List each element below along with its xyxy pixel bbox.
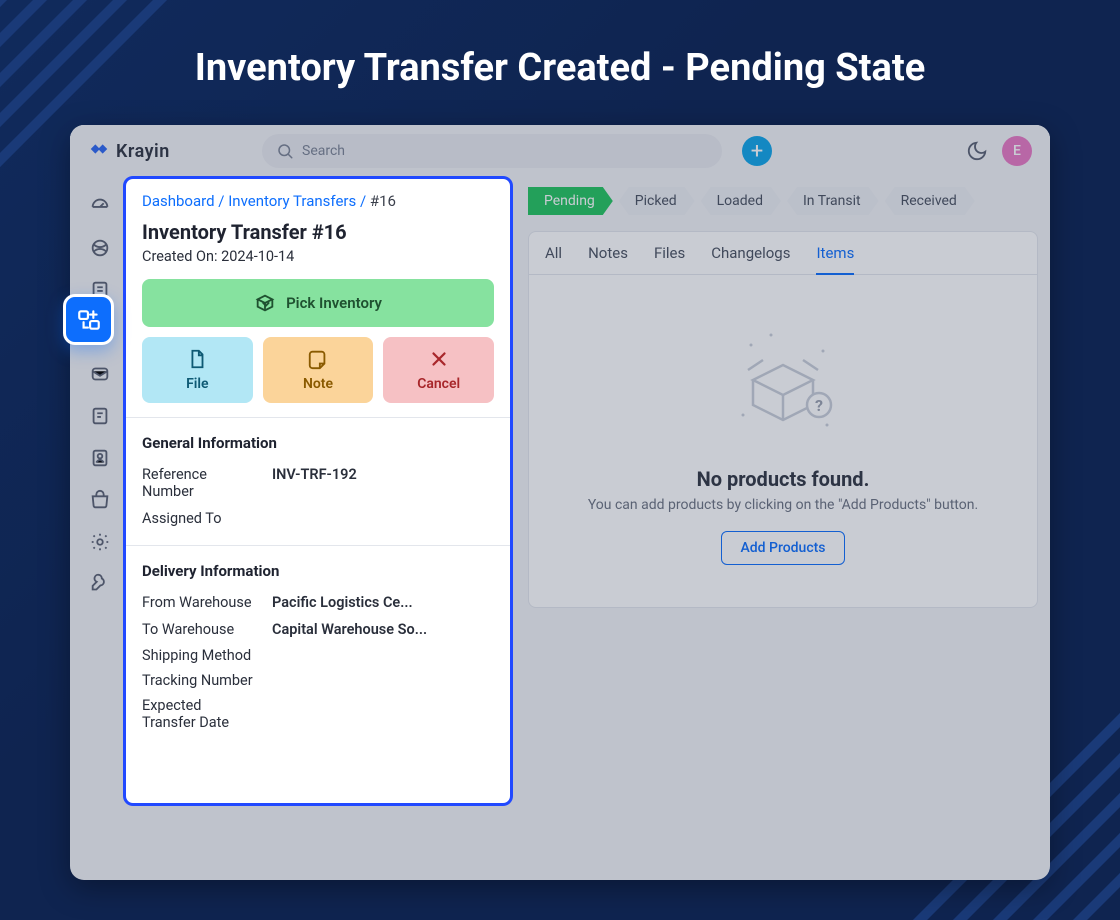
sidebar-item-dashboard[interactable] bbox=[81, 191, 119, 221]
sidebar-item-leads[interactable] bbox=[81, 233, 119, 263]
items-card: All Notes Files Changelogs Items ? bbox=[528, 231, 1038, 608]
file-icon bbox=[186, 348, 208, 370]
tabs-row: All Notes Files Changelogs Items bbox=[529, 232, 1037, 275]
dark-mode-icon[interactable] bbox=[966, 140, 988, 162]
status-pill-pending[interactable]: Pending bbox=[528, 187, 613, 215]
brand-name: Krayin bbox=[116, 141, 170, 162]
breadcrumb-inventory-transfers[interactable]: Inventory Transfers bbox=[228, 192, 356, 210]
from-warehouse-value: Pacific Logistics Ce... bbox=[272, 594, 413, 611]
tab-notes[interactable]: Notes bbox=[588, 244, 628, 274]
status-pill-picked[interactable]: Picked bbox=[619, 187, 695, 215]
breadcrumb-dashboard[interactable]: Dashboard bbox=[142, 192, 215, 210]
general-information-heading: General Information bbox=[126, 418, 510, 462]
top-bar: Krayin Search + E bbox=[70, 125, 1050, 177]
add-products-button[interactable]: Add Products bbox=[721, 531, 844, 565]
empty-title: No products found. bbox=[549, 467, 1017, 491]
cancel-button[interactable]: Cancel bbox=[383, 337, 494, 403]
card-subtitle: Created On: 2024-10-14 bbox=[126, 246, 510, 279]
quick-add-button[interactable]: + bbox=[742, 136, 772, 166]
note-icon bbox=[307, 348, 329, 370]
sidebar-item-settings[interactable] bbox=[81, 527, 119, 557]
card-title: Inventory Transfer #16 bbox=[126, 210, 510, 246]
tab-files[interactable]: Files bbox=[654, 244, 685, 274]
empty-box-icon: ? bbox=[723, 325, 843, 445]
sidebar-item-contacts[interactable] bbox=[81, 443, 119, 473]
empty-subtitle: You can add products by clicking on the … bbox=[549, 497, 1017, 513]
assigned-to-label: Assigned To bbox=[142, 510, 272, 527]
status-strip: PendingPickedLoadedIn TransitReceived bbox=[528, 187, 1038, 215]
status-pill-in-transit[interactable]: In Transit bbox=[787, 187, 879, 215]
breadcrumb-current: #16 bbox=[370, 192, 396, 210]
svg-text:?: ? bbox=[815, 396, 823, 415]
logo-icon bbox=[88, 138, 110, 165]
breadcrumb: Dashboard / Inventory Transfers / #16 bbox=[126, 179, 510, 210]
to-warehouse-label: To Warehouse bbox=[142, 621, 272, 638]
transfer-summary-card: Dashboard / Inventory Transfers / #16 In… bbox=[123, 176, 513, 806]
delivery-information-heading: Delivery Information bbox=[126, 546, 510, 590]
status-pill-received[interactable]: Received bbox=[885, 187, 975, 215]
shipping-method-label: Shipping Method bbox=[126, 644, 510, 669]
empty-state: ? No products found. You can add product… bbox=[529, 275, 1037, 607]
sidebar-item-mail[interactable] bbox=[81, 359, 119, 389]
box-arrow-icon bbox=[254, 292, 276, 314]
tab-all[interactable]: All bbox=[545, 244, 562, 274]
sidebar bbox=[70, 177, 130, 880]
sidebar-item-activities[interactable] bbox=[81, 401, 119, 431]
search-icon bbox=[276, 142, 294, 160]
tab-items[interactable]: Items bbox=[816, 244, 854, 274]
note-button[interactable]: Note bbox=[263, 337, 374, 403]
brand-logo[interactable]: Krayin bbox=[88, 138, 248, 165]
sidebar-item-inventory-active[interactable] bbox=[63, 294, 114, 345]
reference-number-value: INV-TRF-192 bbox=[272, 466, 357, 500]
reference-number-label: ReferenceNumber bbox=[142, 466, 272, 500]
search-input[interactable]: Search bbox=[262, 134, 722, 168]
tracking-number-label: Tracking Number bbox=[126, 669, 510, 694]
search-placeholder: Search bbox=[302, 143, 345, 159]
sidebar-item-products[interactable] bbox=[81, 485, 119, 515]
from-warehouse-label: From Warehouse bbox=[142, 594, 272, 611]
close-icon bbox=[428, 348, 450, 370]
to-warehouse-value: Capital Warehouse So... bbox=[272, 621, 427, 638]
sidebar-item-configuration[interactable] bbox=[81, 569, 119, 599]
slide-title: Inventory Transfer Created - Pending Sta… bbox=[0, 46, 1120, 90]
tab-changelogs[interactable]: Changelogs bbox=[711, 244, 790, 274]
pick-inventory-button[interactable]: Pick Inventory bbox=[142, 279, 494, 327]
avatar[interactable]: E bbox=[1002, 136, 1032, 166]
detail-right-panel: PendingPickedLoadedIn TransitReceived Al… bbox=[528, 187, 1038, 608]
file-button[interactable]: File bbox=[142, 337, 253, 403]
expected-transfer-date-label: ExpectedTransfer Date bbox=[126, 694, 510, 736]
status-pill-loaded[interactable]: Loaded bbox=[701, 187, 781, 215]
